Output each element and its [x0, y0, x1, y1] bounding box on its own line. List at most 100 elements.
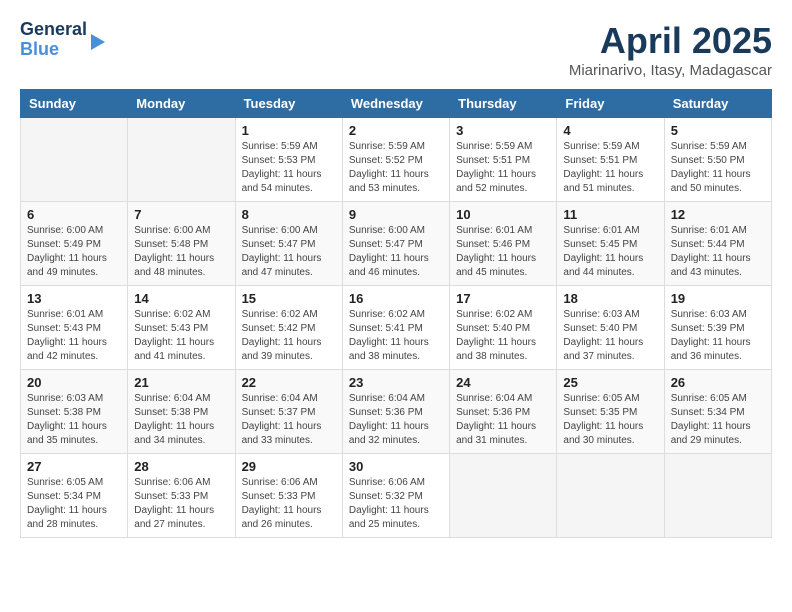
day-info: Sunrise: 6:02 AM Sunset: 5:40 PM Dayligh… — [456, 308, 550, 364]
day-number: 5 — [671, 123, 765, 138]
day-info: Sunrise: 6:04 AM Sunset: 5:36 PM Dayligh… — [456, 392, 550, 448]
calendar-week-row: 6Sunrise: 6:00 AM Sunset: 5:49 PM Daylig… — [21, 202, 772, 286]
day-info: Sunrise: 5:59 AM Sunset: 5:51 PM Dayligh… — [456, 140, 550, 196]
day-info: Sunrise: 6:01 AM Sunset: 5:45 PM Dayligh… — [563, 224, 657, 280]
day-info: Sunrise: 6:01 AM Sunset: 5:44 PM Dayligh… — [671, 224, 765, 280]
day-number: 25 — [563, 375, 657, 390]
day-number: 3 — [456, 123, 550, 138]
day-number: 13 — [27, 291, 121, 306]
calendar-cell: 13 Sunrise: 6:01 AM Sunset: 5:43 PM Dayli… — [21, 286, 128, 370]
calendar-cell: 25Sunrise: 6:05 AM Sunset: 5:35 PM Dayli… — [557, 370, 664, 454]
day-info: Sunrise: 6:01 AM Sunset: 5:46 PM Dayligh… — [456, 224, 550, 280]
weekday-header-thursday: Thursday — [450, 90, 557, 118]
calendar-week-row: 20 Sunrise: 6:03 AM Sunset: 5:38 PM Dayli… — [21, 370, 772, 454]
day-info: Sunrise: 5:59 AM Sunset: 5:52 PM Dayligh… — [349, 140, 443, 196]
day-number: 18 — [563, 291, 657, 306]
calendar-cell: 7 Sunrise: 6:00 AM Sunset: 5:48 PM Daylig… — [128, 202, 235, 286]
day-number: 27 — [27, 459, 121, 474]
page-header: GeneralBlue April 2025 Miarinarivo, Itas… — [20, 20, 772, 79]
calendar-cell: 19Sunrise: 6:03 AM Sunset: 5:39 PM Dayli… — [664, 286, 771, 370]
calendar-cell: 27 Sunrise: 6:05 AM Sunset: 5:34 PM Dayli… — [21, 454, 128, 538]
day-number: 4 — [563, 123, 657, 138]
calendar-week-row: 13 Sunrise: 6:01 AM Sunset: 5:43 PM Dayli… — [21, 286, 772, 370]
calendar-table: SundayMondayTuesdayWednesdayThursdayFrid… — [20, 89, 772, 538]
day-number: 21 — [134, 375, 228, 390]
day-number: 8 — [242, 207, 336, 222]
calendar-cell: 17 Sunrise: 6:02 AM Sunset: 5:40 PM Dayli… — [450, 286, 557, 370]
day-info: Sunrise: 6:03 AM Sunset: 5:38 PM Dayligh… — [27, 392, 121, 448]
weekday-header-friday: Friday — [557, 90, 664, 118]
calendar-cell — [450, 454, 557, 538]
day-info: Sunrise: 6:05 AM Sunset: 5:34 PM Dayligh… — [671, 392, 765, 448]
day-number: 2 — [349, 123, 443, 138]
day-info: Sunrise: 6:04 AM Sunset: 5:38 PM Dayligh… — [134, 392, 228, 448]
day-number: 26 — [671, 375, 765, 390]
day-info: Sunrise: 6:02 AM Sunset: 5:43 PM Dayligh… — [134, 308, 228, 364]
calendar-cell: 8 Sunrise: 6:00 AM Sunset: 5:47 PM Daylig… — [235, 202, 342, 286]
logo-arrow-icon — [91, 34, 105, 50]
calendar-cell: 4 Sunrise: 5:59 AM Sunset: 5:51 PM Daylig… — [557, 118, 664, 202]
calendar-cell — [128, 118, 235, 202]
day-number: 20 — [27, 375, 121, 390]
day-info: Sunrise: 6:02 AM Sunset: 5:42 PM Dayligh… — [242, 308, 336, 364]
calendar-cell: 26 Sunrise: 6:05 AM Sunset: 5:34 PM Dayli… — [664, 370, 771, 454]
day-info: Sunrise: 6:00 AM Sunset: 5:47 PM Dayligh… — [242, 224, 336, 280]
day-info: Sunrise: 6:00 AM Sunset: 5:48 PM Dayligh… — [134, 224, 228, 280]
day-info: Sunrise: 5:59 AM Sunset: 5:53 PM Dayligh… — [242, 140, 336, 196]
day-number: 22 — [242, 375, 336, 390]
calendar-cell: 12 Sunrise: 6:01 AM Sunset: 5:44 PM Dayli… — [664, 202, 771, 286]
day-info: Sunrise: 6:06 AM Sunset: 5:33 PM Dayligh… — [134, 476, 228, 532]
weekday-header-tuesday: Tuesday — [235, 90, 342, 118]
calendar-cell: 24 Sunrise: 6:04 AM Sunset: 5:36 PM Dayli… — [450, 370, 557, 454]
calendar-week-row: 27 Sunrise: 6:05 AM Sunset: 5:34 PM Dayli… — [21, 454, 772, 538]
day-info: Sunrise: 5:59 AM Sunset: 5:50 PM Dayligh… — [671, 140, 765, 196]
logo-blue: Blue — [20, 39, 59, 59]
day-number: 15 — [242, 291, 336, 306]
title-section: April 2025 Miarinarivo, Itasy, Madagasca… — [569, 20, 772, 79]
day-info: Sunrise: 5:59 AM Sunset: 5:51 PM Dayligh… — [563, 140, 657, 196]
calendar-cell: 16 Sunrise: 6:02 AM Sunset: 5:41 PM Dayli… — [342, 286, 449, 370]
day-number: 17 — [456, 291, 550, 306]
day-number: 28 — [134, 459, 228, 474]
calendar-cell: 30 Sunrise: 6:06 AM Sunset: 5:32 PM Dayli… — [342, 454, 449, 538]
calendar-cell — [664, 454, 771, 538]
weekday-header-sunday: Sunday — [21, 90, 128, 118]
day-info: Sunrise: 6:02 AM Sunset: 5:41 PM Dayligh… — [349, 308, 443, 364]
day-number: 12 — [671, 207, 765, 222]
day-info: Sunrise: 6:05 AM Sunset: 5:34 PM Dayligh… — [27, 476, 121, 532]
day-number: 19 — [671, 291, 765, 306]
day-info: Sunrise: 6:06 AM Sunset: 5:32 PM Dayligh… — [349, 476, 443, 532]
calendar-cell: 1 Sunrise: 5:59 AM Sunset: 5:53 PM Daylig… — [235, 118, 342, 202]
calendar-cell: 18Sunrise: 6:03 AM Sunset: 5:40 PM Dayli… — [557, 286, 664, 370]
day-info: Sunrise: 6:01 AM Sunset: 5:43 PM Dayligh… — [27, 308, 121, 364]
day-number: 30 — [349, 459, 443, 474]
day-info: Sunrise: 6:04 AM Sunset: 5:36 PM Dayligh… — [349, 392, 443, 448]
calendar-week-row: 1 Sunrise: 5:59 AM Sunset: 5:53 PM Daylig… — [21, 118, 772, 202]
day-number: 7 — [134, 207, 228, 222]
day-info: Sunrise: 6:00 AM Sunset: 5:47 PM Dayligh… — [349, 224, 443, 280]
calendar-cell: 2 Sunrise: 5:59 AM Sunset: 5:52 PM Daylig… — [342, 118, 449, 202]
location-text: Miarinarivo, Itasy, Madagascar — [569, 62, 772, 79]
weekday-header-wednesday: Wednesday — [342, 90, 449, 118]
day-number: 16 — [349, 291, 443, 306]
day-number: 11 — [563, 207, 657, 222]
month-title: April 2025 — [569, 20, 772, 62]
calendar-cell: 29Sunrise: 6:06 AM Sunset: 5:33 PM Dayli… — [235, 454, 342, 538]
calendar-cell — [557, 454, 664, 538]
day-number: 1 — [242, 123, 336, 138]
logo: GeneralBlue — [20, 20, 105, 60]
weekday-header-saturday: Saturday — [664, 90, 771, 118]
weekday-header-monday: Monday — [128, 90, 235, 118]
day-number: 10 — [456, 207, 550, 222]
day-number: 9 — [349, 207, 443, 222]
calendar-cell: 14Sunrise: 6:02 AM Sunset: 5:43 PM Dayli… — [128, 286, 235, 370]
calendar-cell — [21, 118, 128, 202]
calendar-cell: 10 Sunrise: 6:01 AM Sunset: 5:46 PM Dayli… — [450, 202, 557, 286]
calendar-cell: 5 Sunrise: 5:59 AM Sunset: 5:50 PM Daylig… — [664, 118, 771, 202]
day-number: 24 — [456, 375, 550, 390]
day-number: 6 — [27, 207, 121, 222]
calendar-cell: 11 Sunrise: 6:01 AM Sunset: 5:45 PM Dayli… — [557, 202, 664, 286]
calendar-cell: 23Sunrise: 6:04 AM Sunset: 5:36 PM Dayli… — [342, 370, 449, 454]
calendar-header-row: SundayMondayTuesdayWednesdayThursdayFrid… — [21, 90, 772, 118]
day-info: Sunrise: 6:04 AM Sunset: 5:37 PM Dayligh… — [242, 392, 336, 448]
